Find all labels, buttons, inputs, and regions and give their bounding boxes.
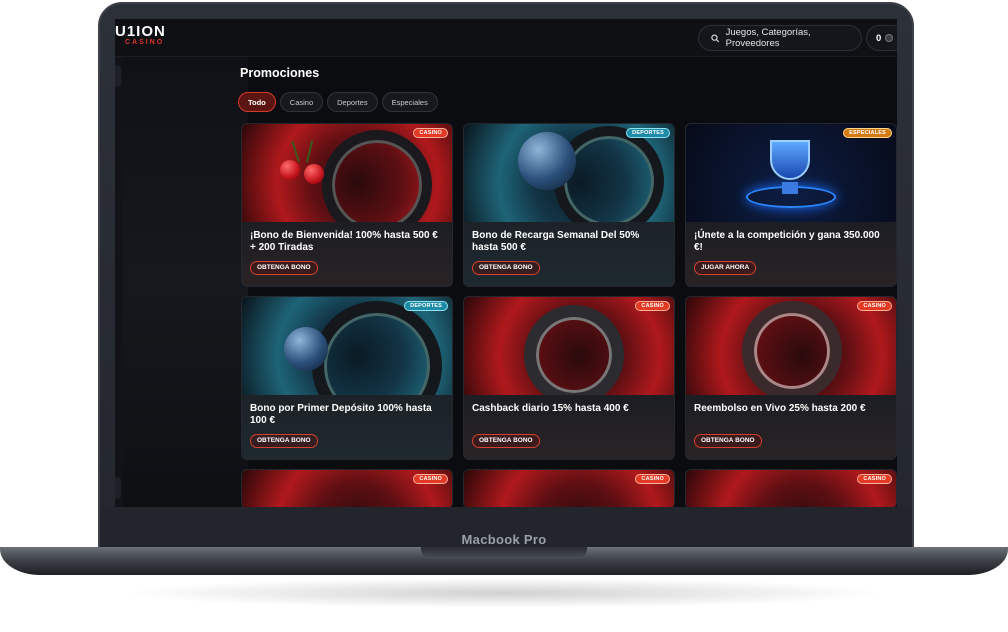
category-badge: DEPORTES (404, 301, 448, 311)
logo-main-text: U1ION (115, 23, 166, 40)
laptop-notch (421, 547, 587, 559)
sidebar-collapsed (115, 57, 123, 507)
promo-image-roulette-cherries (242, 124, 452, 240)
search-input[interactable]: Juegos, Categorías, Proveedores (698, 25, 862, 51)
balance-button[interactable]: 0 (866, 25, 897, 51)
tab-casino[interactable]: Casino (279, 92, 324, 112)
logo-sub-text: CASINO (125, 39, 165, 46)
promo-card[interactable]: DEPORTES Bono por Primer Depósito 100% h… (241, 296, 453, 460)
promo-card[interactable]: CASINO ¡Bono de Bienvenida! 100% hasta 5… (241, 123, 453, 287)
get-bonus-button[interactable]: OBTENGA BONO (694, 433, 762, 448)
promo-image-sports-roulette (242, 297, 452, 431)
category-badge: CASINO (857, 301, 892, 311)
site-logo[interactable]: U1ION CASINO (115, 23, 166, 47)
category-badge: CASINO (857, 474, 892, 484)
tab-deportes[interactable]: Deportes (327, 92, 378, 112)
background-panel (123, 57, 248, 507)
tab-especiales[interactable]: Especiales (381, 92, 438, 112)
promo-image-sports-ball (464, 124, 674, 236)
search-placeholder: Juegos, Categorías, Proveedores (725, 27, 811, 49)
page-title: Promociones (240, 66, 320, 80)
promo-card[interactable]: CASINO (685, 469, 897, 507)
coin-icon (885, 34, 894, 42)
get-bonus-button[interactable]: OBTENGA BONO (250, 433, 318, 448)
device-label: Macbook Pro (461, 532, 547, 547)
promo-title: ¡Únete a la competición y gana 350.000 €… (694, 230, 880, 253)
category-badge: DEPORTES (626, 128, 670, 138)
promo-info: Reembolso en Vivo 25% hasta 200 € OBTENG… (686, 395, 896, 459)
promo-info: ¡Bono de Bienvenida! 100% hasta 500 € + … (242, 222, 452, 286)
promo-card[interactable]: CASINO Reembolso en Vivo 25% hasta 200 €… (685, 296, 897, 460)
sidebar-tab[interactable] (115, 65, 121, 87)
top-bar: U1ION CASINO Juegos, Categorías, Proveed… (115, 19, 897, 57)
get-bonus-button[interactable]: OBTENGA BONO (250, 260, 318, 275)
promo-info: Cashback diario 15% hasta 400 € OBTENGA … (464, 395, 674, 459)
balance-value: 0 (876, 32, 882, 44)
get-bonus-button[interactable]: OBTENGA BONO (472, 260, 540, 275)
promo-title: Bono de Recarga Semanal Del 50% hasta 50… (472, 230, 640, 253)
sidebar-tab[interactable] (115, 477, 121, 499)
promo-card[interactable]: CASINO (463, 469, 675, 507)
category-badge: CASINO (635, 474, 670, 484)
promo-info: Bono por Primer Depósito 100% hasta 100 … (242, 395, 452, 459)
tab-todo[interactable]: Todo (238, 92, 276, 112)
play-now-button[interactable]: JUGAR AHORA (694, 260, 757, 275)
category-badge: ESPECIALES (843, 128, 892, 138)
promo-card[interactable]: DEPORTES Bono de Recarga Semanal Del 50%… (463, 123, 675, 287)
category-badge: CASINO (413, 128, 448, 138)
promo-title: Cashback diario 15% hasta 400 € (472, 403, 629, 414)
category-badge: CASINO (413, 474, 448, 484)
promo-card[interactable]: CASINO Cashback diario 15% hasta 400 € O… (463, 296, 675, 460)
promo-title: ¡Bono de Bienvenida! 100% hasta 500 € + … (250, 230, 438, 253)
promo-image-trophy (686, 124, 896, 222)
promo-card[interactable]: CASINO (241, 469, 453, 507)
promo-image-slot-drum (464, 297, 674, 405)
promo-card[interactable]: ESPECIALES ¡Únete a la competición y gan… (685, 123, 897, 287)
promo-title: Reembolso en Vivo 25% hasta 200 € (694, 403, 866, 414)
promo-image-live-drum (686, 297, 896, 401)
get-bonus-button[interactable]: OBTENGA BONO (472, 433, 540, 448)
laptop-shadow (120, 578, 888, 608)
app-screen: U1ION CASINO Juegos, Categorías, Proveed… (115, 19, 897, 507)
promotions-grid: CASINO ¡Bono de Bienvenida! 100% hasta 5… (241, 123, 897, 507)
promo-title: Bono por Primer Depósito 100% hasta 100 … (250, 403, 432, 426)
search-icon (711, 33, 720, 42)
laptop-mockup: Macbook Pro U1ION CASINO Juegos, Categor… (0, 0, 1008, 632)
promo-info: ¡Únete a la competición y gana 350.000 €… (686, 222, 896, 286)
promo-info: Bono de Recarga Semanal Del 50% hasta 50… (464, 222, 674, 286)
filter-tabs: Todo Casino Deportes Especiales (238, 92, 438, 112)
category-badge: CASINO (635, 301, 670, 311)
